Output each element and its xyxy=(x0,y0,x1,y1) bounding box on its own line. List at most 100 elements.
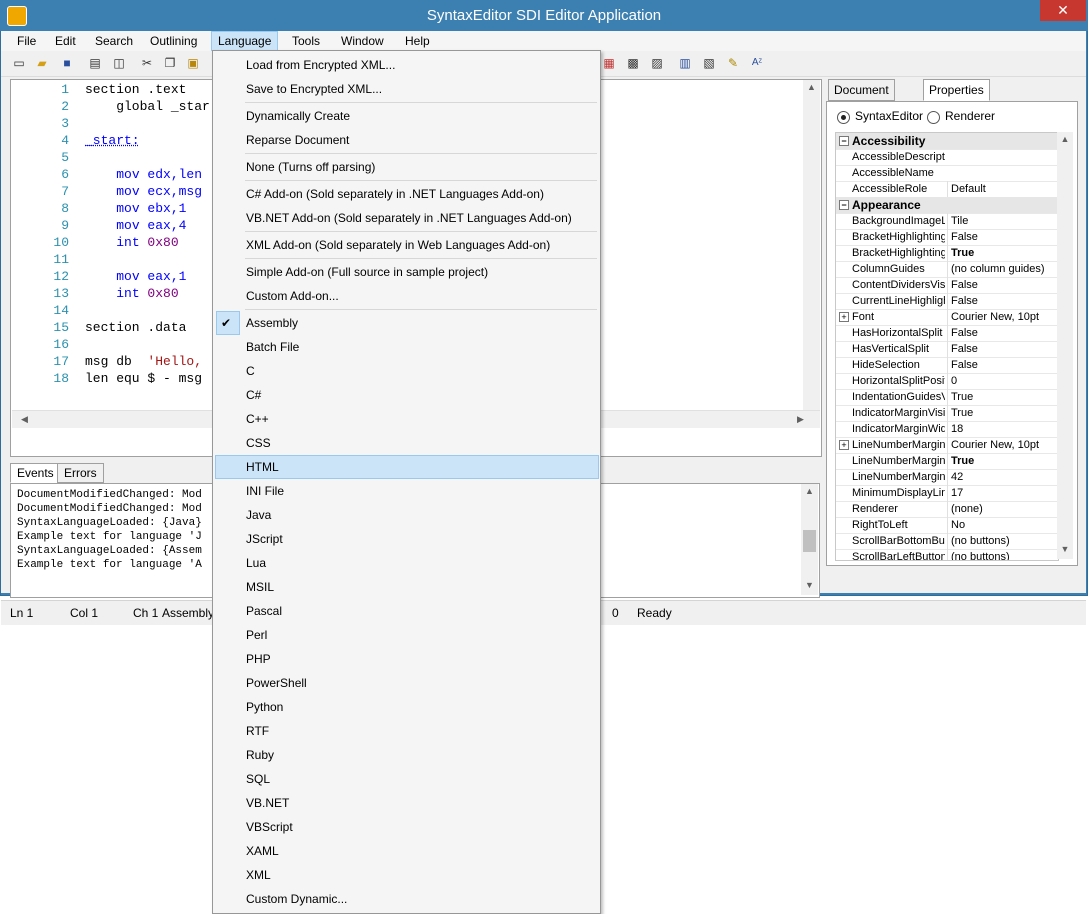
menu-item-xml-add-on-sold-separately-in-web-languages-add-on[interactable]: XML Add-on (Sold separately in Web Langu… xyxy=(246,233,596,257)
menu-item-c[interactable]: C++ xyxy=(246,407,596,431)
menu-search[interactable]: Search xyxy=(89,32,139,50)
print-icon[interactable]: ▤ xyxy=(87,55,103,71)
code-line[interactable]: _start: xyxy=(85,132,140,149)
bookmark-next-icon[interactable]: ▨ xyxy=(649,55,665,71)
property-category[interactable]: − Accessibility xyxy=(836,133,1058,150)
tab-document-outline[interactable]: Document Outline xyxy=(828,79,895,117)
close-button[interactable]: ✕ xyxy=(1040,0,1086,21)
menu-item-xaml[interactable]: XAML xyxy=(246,839,596,863)
menu-item-custom-dynamic[interactable]: Custom Dynamic... xyxy=(246,887,596,911)
property-row[interactable]: RightToLeft No xyxy=(836,517,1058,534)
property-row[interactable]: IndentationGuidesV True xyxy=(836,389,1058,406)
menu-outlining[interactable]: Outlining xyxy=(144,32,203,50)
font-size-icon[interactable]: Aᶻ xyxy=(749,55,765,71)
menu-item-vbscript[interactable]: VBScript xyxy=(246,815,596,839)
menu-item-c[interactable]: C xyxy=(246,359,596,383)
scroll-left-icon[interactable]: ◀ xyxy=(16,414,33,425)
copy-icon[interactable]: ❐ xyxy=(162,55,178,71)
editor-vertical-scrollbar[interactable]: ▲ xyxy=(803,80,820,410)
property-value[interactable]: False xyxy=(947,341,1058,357)
menu-item-python[interactable]: Python xyxy=(246,695,596,719)
tab-properties[interactable]: Properties xyxy=(923,79,990,101)
tab-errors[interactable]: Errors xyxy=(57,463,104,483)
outdent-icon[interactable]: ▧ xyxy=(701,55,717,71)
expand-icon[interactable]: + xyxy=(839,312,849,322)
menu-item-jscript[interactable]: JScript xyxy=(246,527,596,551)
property-value[interactable]: True xyxy=(947,245,1058,261)
menu-item-assembly[interactable]: Assembly xyxy=(246,311,596,335)
property-row[interactable]: ContentDividersVisi False xyxy=(836,277,1058,294)
property-value[interactable]: Courier New, 10pt xyxy=(947,309,1058,325)
property-value[interactable]: False xyxy=(947,293,1058,309)
menu-item-xml[interactable]: XML xyxy=(246,863,596,887)
menu-item-perl[interactable]: Perl xyxy=(246,623,596,647)
menu-item-none-turns-off-parsing[interactable]: None (Turns off parsing) xyxy=(246,155,596,179)
scroll-down-icon[interactable]: ▼ xyxy=(801,580,818,590)
menu-file[interactable]: File xyxy=(11,32,42,50)
bookmark-prev-icon[interactable]: ▩ xyxy=(625,55,641,71)
property-value[interactable]: (none) xyxy=(947,501,1058,517)
cut-icon[interactable]: ✂ xyxy=(139,55,155,71)
code-line[interactable]: mov eax,1 xyxy=(85,268,186,285)
property-value[interactable]: True xyxy=(947,389,1058,405)
property-value[interactable]: 18 xyxy=(947,421,1058,437)
menu-item-vb-net[interactable]: VB.NET xyxy=(246,791,596,815)
property-row[interactable]: Renderer (none) xyxy=(836,501,1058,518)
menu-item-load-from-encrypted-xml[interactable]: Load from Encrypted XML... xyxy=(246,53,596,77)
menu-window[interactable]: Window xyxy=(335,32,390,50)
property-value[interactable]: True xyxy=(947,453,1058,469)
property-value[interactable]: 42 xyxy=(947,469,1058,485)
code-line[interactable]: mov edx,len xyxy=(85,166,202,183)
property-value[interactable]: False xyxy=(947,325,1058,341)
property-value[interactable]: Courier New, 10pt xyxy=(947,437,1058,453)
code-line[interactable]: len equ $ - msg xyxy=(85,370,202,387)
property-row[interactable]: IndicatorMarginWid 18 xyxy=(836,421,1058,438)
menu-item-batch-file[interactable]: Batch File xyxy=(246,335,596,359)
new-document-icon[interactable]: ▭ xyxy=(11,55,27,71)
property-row[interactable]: HorizontalSplitPositi 0 xyxy=(836,373,1058,390)
code-line[interactable]: mov ecx,msg xyxy=(85,183,202,200)
code-line[interactable]: int 0x80 xyxy=(85,285,178,302)
property-value[interactable]: True xyxy=(947,405,1058,421)
menu-edit[interactable]: Edit xyxy=(49,32,82,50)
property-value[interactable]: 0 xyxy=(947,373,1058,389)
menu-language[interactable]: Language xyxy=(211,31,279,51)
property-grid[interactable]: − Accessibility AccessibleDescripti Accessi… xyxy=(835,132,1059,561)
code-line[interactable]: msg db 'Hello, xyxy=(85,353,202,370)
property-value[interactable]: (no buttons) xyxy=(947,549,1058,560)
tab-events[interactable]: Events xyxy=(10,463,61,483)
code-line[interactable]: mov eax,4 xyxy=(85,217,186,234)
property-value[interactable]: No xyxy=(947,517,1058,533)
menu-item-c[interactable]: C# xyxy=(246,383,596,407)
property-row[interactable]: + Font Courier New, 10pt xyxy=(836,309,1058,326)
property-value[interactable]: False xyxy=(947,229,1058,245)
property-value[interactable]: False xyxy=(947,357,1058,373)
menu-help[interactable]: Help xyxy=(399,32,436,50)
indent-icon[interactable]: ▥ xyxy=(677,55,693,71)
property-row[interactable]: IndicatorMarginVisit True xyxy=(836,405,1058,422)
menu-item-vb-net-add-on-sold-separately-in-net-languages-add-on[interactable]: VB.NET Add-on (Sold separately in .NET L… xyxy=(246,206,596,230)
property-row[interactable]: CurrentLineHighligh False xyxy=(836,293,1058,310)
property-value[interactable]: 17 xyxy=(947,485,1058,501)
highlight-icon[interactable]: ✎ xyxy=(725,55,741,71)
menu-item-c-add-on-sold-separately-in-net-languages-add-on[interactable]: C# Add-on (Sold separately in .NET Langu… xyxy=(246,182,596,206)
property-row[interactable]: LineNumberMarginV 42 xyxy=(836,469,1058,486)
property-category[interactable]: − Appearance xyxy=(836,197,1058,214)
menu-item-sql[interactable]: SQL xyxy=(246,767,596,791)
property-value[interactable]: (no column guides) xyxy=(947,261,1058,277)
scroll-down-icon[interactable]: ▼ xyxy=(1057,544,1073,554)
menu-item-lua[interactable]: Lua xyxy=(246,551,596,575)
property-row[interactable]: BracketHighlighting False xyxy=(836,229,1058,246)
code-line[interactable]: mov ebx,1 xyxy=(85,200,186,217)
menu-item-pascal[interactable]: Pascal xyxy=(246,599,596,623)
collapse-icon[interactable]: − xyxy=(839,200,849,210)
menu-item-dynamically-create[interactable]: Dynamically Create xyxy=(246,104,596,128)
property-row[interactable]: ScrollBarLeftButton (no buttons) xyxy=(836,549,1058,560)
property-row[interactable]: MinimumDisplayLine 17 xyxy=(836,485,1058,502)
property-value[interactable]: Tile xyxy=(947,213,1058,229)
print-preview-icon[interactable]: ◫ xyxy=(111,55,127,71)
property-row[interactable]: AccessibleDescripti xyxy=(836,149,1058,166)
property-row[interactable]: ColumnGuides (no column guides) xyxy=(836,261,1058,278)
property-value[interactable]: Default xyxy=(947,181,1058,197)
menu-item-html[interactable]: HTML xyxy=(246,455,596,479)
